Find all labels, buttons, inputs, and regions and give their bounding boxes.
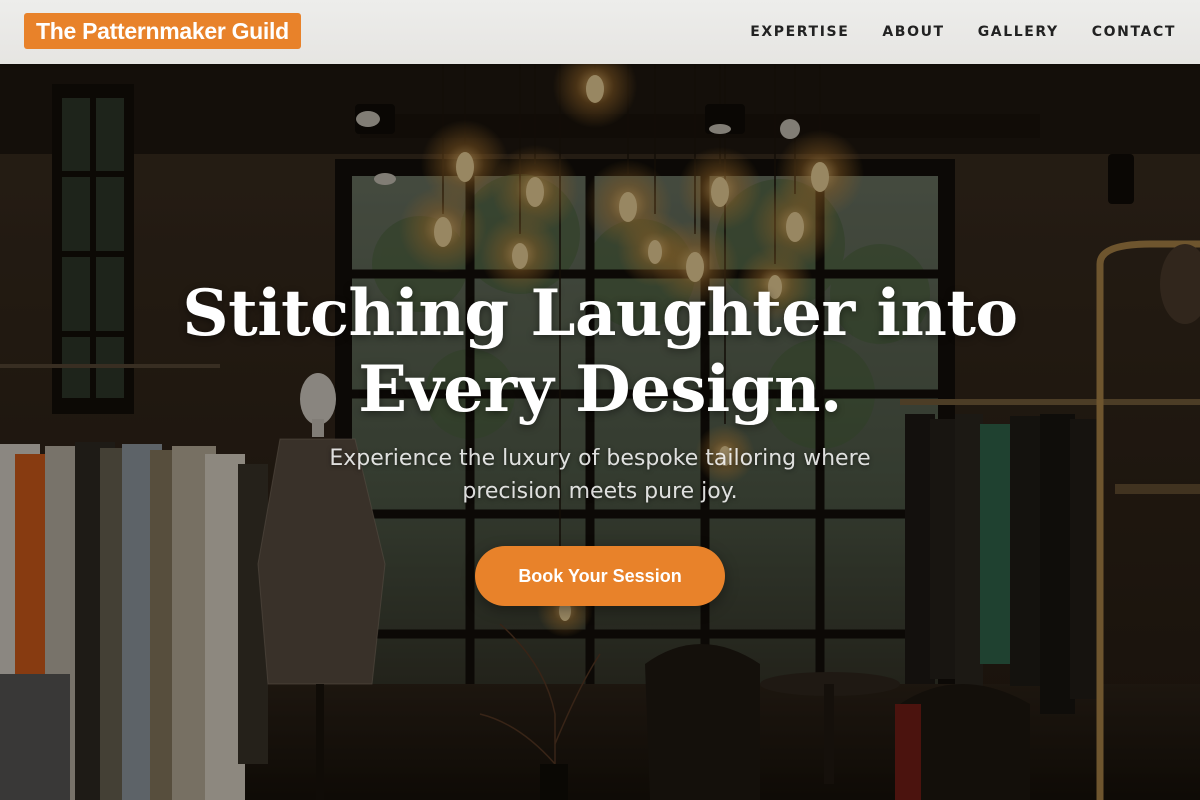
nav-link-about[interactable]: ABOUT — [882, 24, 944, 40]
hero-dark-overlay — [0, 64, 1200, 800]
hero-subtitle-line-2: precision meets pure joy. — [462, 479, 738, 504]
nav-link-gallery[interactable]: GALLERY — [978, 24, 1059, 40]
nav-link-expertise[interactable]: EXPERTISE — [750, 24, 849, 40]
book-session-button[interactable]: Book Your Session — [475, 546, 725, 606]
hero-title-line-1: Stitching Laughter into — [182, 276, 1018, 351]
hero-subtitle-line-1: Experience the luxury of bespoke tailori… — [329, 446, 871, 471]
site-header: The Patternmaker Guild EXPERTISE ABOUT G… — [0, 0, 1200, 64]
main-nav: EXPERTISE ABOUT GALLERY CONTACT — [750, 0, 1176, 64]
hero-title: Stitching Laughter into Every Design. — [100, 276, 1100, 428]
nav-link-contact[interactable]: CONTACT — [1092, 24, 1176, 40]
hero-section: Stitching Laughter into Every Design. Ex… — [0, 64, 1200, 800]
hero-subtitle: Experience the luxury of bespoke tailori… — [280, 442, 920, 508]
brand-logo[interactable]: The Patternmaker Guild — [24, 13, 301, 49]
hero-title-line-2: Every Design. — [358, 352, 842, 427]
